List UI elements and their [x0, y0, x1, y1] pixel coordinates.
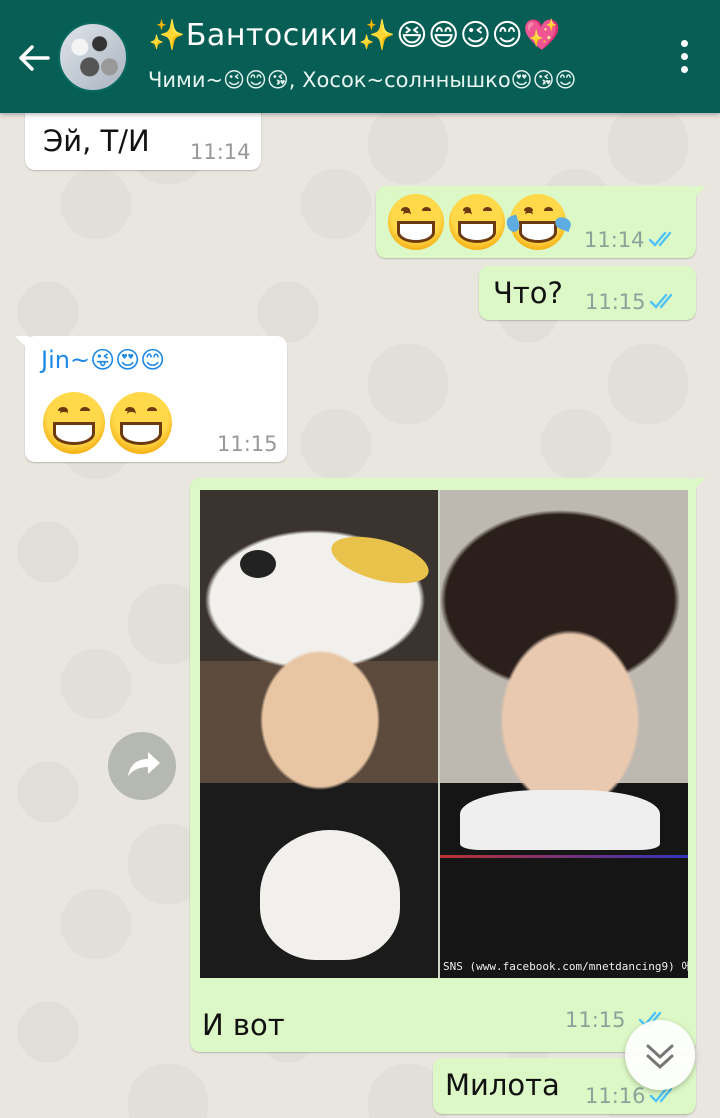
emoji-row — [388, 194, 573, 250]
photo-adult-half: SNS (www.facebook.com/mnetdancing9) 에 — [440, 490, 688, 978]
message-text: Эй, Т/И — [43, 124, 150, 158]
message-time: 11:14 — [584, 228, 645, 252]
chat-header: ✨Бантосики✨😆😄😉😊💖 Чими~😉😊😘, Хосок~солнныш… — [0, 0, 720, 113]
arrow-left-icon — [19, 45, 50, 71]
group-avatar[interactable] — [58, 22, 128, 92]
forward-share-icon — [128, 752, 160, 776]
message-time: 11:15 — [585, 290, 646, 314]
shared-photo[interactable]: SNS (www.facebook.com/mnetdancing9) 에 — [200, 490, 688, 978]
message-bubble-incoming[interactable]: Jin~😜😍😊 11:15 — [15, 336, 287, 462]
message-time: 11:15 — [565, 1008, 626, 1032]
double-check-icon — [648, 231, 672, 247]
message-time: 11:15 — [217, 432, 278, 456]
double-chevron-down-icon — [646, 1044, 674, 1069]
tears-of-joy-emoji — [504, 194, 573, 250]
photo-child-half — [200, 490, 438, 978]
double-check-icon — [649, 293, 673, 309]
more-vertical-icon[interactable] — [678, 40, 690, 76]
grinning-face-emoji — [388, 194, 444, 250]
image-message-bubble[interactable]: SNS (www.facebook.com/mnetdancing9) 에 И … — [190, 478, 706, 1052]
chat-subtitle[interactable]: Чими~😉😊😘, Хосок~солннышко😍😘😊 — [148, 68, 618, 92]
message-bubble-outgoing[interactable]: Что? 11:15 — [479, 266, 696, 320]
grinning-face-emoji — [449, 194, 506, 250]
scroll-to-bottom-button[interactable] — [625, 1020, 695, 1090]
image-caption: И вот — [202, 1008, 285, 1042]
message-time: 11:14 — [190, 140, 251, 164]
grinning-face-emoji — [110, 392, 173, 454]
sender-name[interactable]: Jin~😜😍😊 — [41, 346, 165, 374]
grinning-face-emoji — [43, 392, 105, 454]
chat-title[interactable]: ✨Бантосики✨😆😄😉😊💖 — [148, 18, 561, 53]
emoji-row — [43, 392, 173, 454]
message-text: Милота — [445, 1068, 560, 1102]
back-button[interactable] — [14, 38, 54, 78]
message-text: Что? — [493, 276, 563, 310]
forward-share-button[interactable] — [108, 732, 176, 800]
message-bubble-incoming[interactable]: Эй, Т/И 11:14 — [25, 108, 261, 170]
message-bubble-outgoing[interactable]: 11:14 — [376, 186, 706, 258]
photo-credit: SNS (www.facebook.com/mnetdancing9) 에 — [443, 960, 688, 973]
